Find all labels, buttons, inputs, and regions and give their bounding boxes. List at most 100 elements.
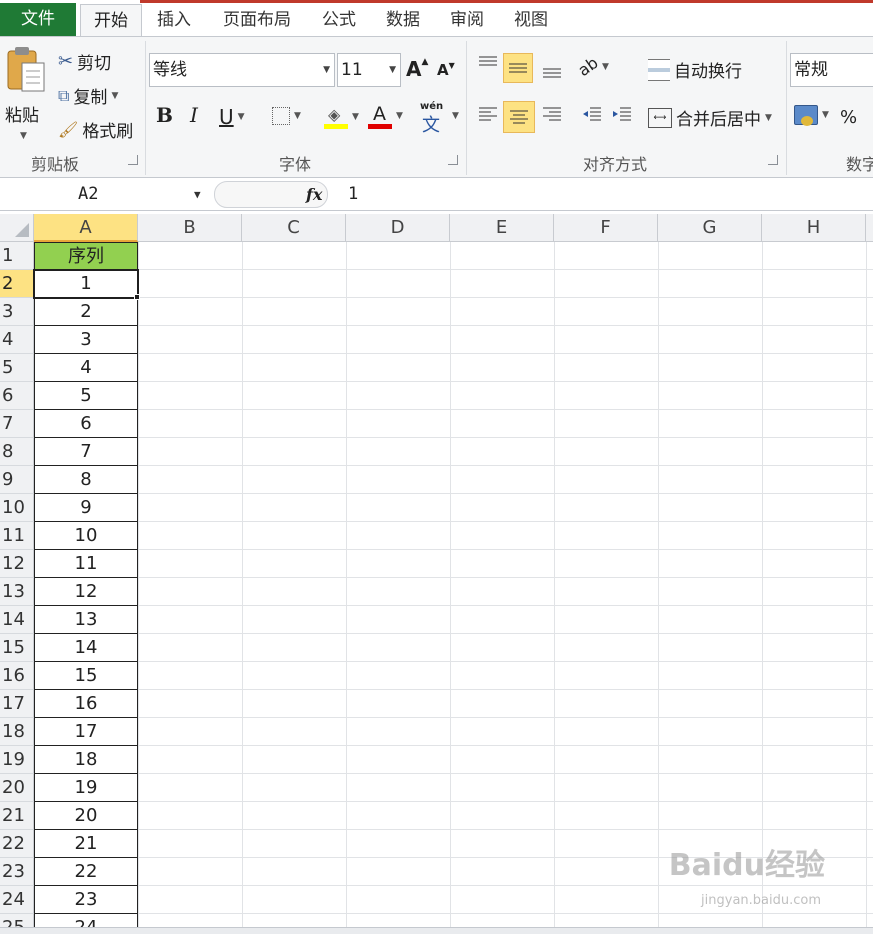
table-cell[interactable]: 16: [34, 690, 138, 718]
align-bottom-button[interactable]: [538, 59, 566, 87]
table-cell[interactable]: 12: [34, 578, 138, 606]
table-cell[interactable]: 8: [34, 466, 138, 494]
italic-button[interactable]: I: [190, 103, 198, 127]
row-header[interactable]: 8: [0, 438, 34, 466]
percent-style-button[interactable]: %: [840, 107, 857, 128]
increase-indent-button[interactable]: [608, 103, 636, 131]
row-header[interactable]: 12: [0, 550, 34, 578]
column-header-d[interactable]: D: [346, 214, 450, 242]
wrap-text-button[interactable]: 自动换行: [648, 57, 742, 82]
phonetic-button[interactable]: wén 文 ▼: [420, 101, 459, 136]
font-launcher-icon[interactable]: [448, 155, 458, 165]
column-header-f[interactable]: F: [554, 214, 658, 242]
row-header[interactable]: 13: [0, 578, 34, 606]
merge-center-button[interactable]: ⟷ 合并后居中 ▼: [648, 105, 772, 130]
align-middle-button[interactable]: [503, 53, 533, 83]
font-name-combo[interactable]: 等线 ▼: [149, 53, 335, 87]
column-header-c[interactable]: C: [242, 214, 346, 242]
clipboard-launcher-icon[interactable]: [128, 155, 138, 165]
table-cell[interactable]: 20: [34, 802, 138, 830]
table-cell[interactable]: 10: [34, 522, 138, 550]
table-cell[interactable]: 23: [34, 886, 138, 914]
column-header-h[interactable]: H: [762, 214, 866, 242]
insert-function-button[interactable]: fx: [306, 181, 322, 208]
copy-button[interactable]: ⧉ 复制 ▼: [58, 83, 118, 109]
row-header[interactable]: 20: [0, 774, 34, 802]
align-left-button[interactable]: [474, 103, 502, 131]
tab-insert[interactable]: 插入: [148, 4, 200, 36]
row-header[interactable]: 18: [0, 718, 34, 746]
tab-formulas[interactable]: 公式: [312, 4, 366, 36]
name-box-dropdown-icon[interactable]: ▼: [194, 181, 201, 208]
table-cell[interactable]: 4: [34, 354, 138, 382]
worksheet-grid[interactable]: A B C D E F G H 1 2 3 4 5 6 7 8 9 10 11 12 13 14 15 16 1…: [0, 214, 873, 927]
tab-page-layout[interactable]: 页面布局: [212, 4, 302, 36]
column-header-i[interactable]: [866, 214, 873, 242]
tab-data[interactable]: 数据: [376, 4, 430, 36]
table-cell[interactable]: 17: [34, 718, 138, 746]
column-header-b[interactable]: B: [138, 214, 242, 242]
row-header[interactable]: 7: [0, 410, 34, 438]
column-header-a[interactable]: A: [34, 214, 138, 242]
row-header[interactable]: 21: [0, 802, 34, 830]
row-header[interactable]: 22: [0, 830, 34, 858]
font-color-button[interactable]: A ▼: [368, 103, 403, 129]
table-cell[interactable]: 24: [34, 914, 138, 927]
table-cell[interactable]: 19: [34, 774, 138, 802]
row-header[interactable]: 9: [0, 466, 34, 494]
table-cell[interactable]: 7: [34, 438, 138, 466]
row-header[interactable]: 3: [0, 298, 34, 326]
paste-button[interactable]: 粘贴 ▼: [2, 43, 48, 147]
accounting-format-button[interactable]: ▼: [794, 105, 829, 126]
alignment-launcher-icon[interactable]: [768, 155, 778, 165]
row-header[interactable]: 16: [0, 662, 34, 690]
name-box[interactable]: A2 ▼: [0, 181, 210, 208]
column-header-e[interactable]: E: [450, 214, 554, 242]
table-cell[interactable]: 14: [34, 634, 138, 662]
row-header[interactable]: 10: [0, 494, 34, 522]
underline-button[interactable]: U ▼: [219, 105, 245, 129]
table-cell[interactable]: 2: [34, 298, 138, 326]
table-cell[interactable]: 15: [34, 662, 138, 690]
table-cell[interactable]: 18: [34, 746, 138, 774]
table-cell[interactable]: 11: [34, 550, 138, 578]
row-header[interactable]: 19: [0, 746, 34, 774]
tab-home[interactable]: 开始: [80, 4, 142, 36]
table-cell[interactable]: 21: [34, 830, 138, 858]
row-header[interactable]: 25: [0, 914, 34, 927]
row-header[interactable]: 23: [0, 858, 34, 886]
font-size-dropdown-icon[interactable]: ▼: [389, 54, 396, 86]
row-header[interactable]: 15: [0, 634, 34, 662]
formula-input[interactable]: 1: [348, 181, 358, 208]
fill-color-button[interactable]: ◈ ▼: [324, 105, 359, 129]
row-header[interactable]: 1: [0, 242, 34, 270]
bold-button[interactable]: B: [156, 103, 173, 127]
row-header[interactable]: 24: [0, 886, 34, 914]
grow-font-button[interactable]: A▲: [406, 57, 428, 81]
row-header[interactable]: 14: [0, 606, 34, 634]
row-header[interactable]: 2: [0, 270, 34, 298]
align-center-button[interactable]: [503, 101, 535, 133]
align-right-button[interactable]: [538, 103, 566, 131]
tab-file[interactable]: 文件: [0, 3, 76, 36]
row-header[interactable]: 17: [0, 690, 34, 718]
column-header-g[interactable]: G: [658, 214, 762, 242]
table-cell[interactable]: 3: [34, 326, 138, 354]
font-size-combo[interactable]: 11 ▼: [337, 53, 401, 87]
tab-view[interactable]: 视图: [504, 4, 558, 36]
table-cell[interactable]: 13: [34, 606, 138, 634]
shrink-font-button[interactable]: A▼: [437, 61, 455, 79]
tab-review[interactable]: 审阅: [440, 4, 494, 36]
header-cell[interactable]: 序列: [34, 242, 138, 270]
row-header[interactable]: 6: [0, 382, 34, 410]
row-header[interactable]: 11: [0, 522, 34, 550]
orientation-button[interactable]: ab ▼: [574, 53, 609, 80]
row-header[interactable]: 4: [0, 326, 34, 354]
table-cell[interactable]: 9: [34, 494, 138, 522]
align-top-button[interactable]: [474, 53, 502, 81]
format-painter-button[interactable]: 🖌 格式刷: [58, 117, 133, 142]
borders-button[interactable]: ▼: [272, 107, 301, 125]
number-format-combo[interactable]: 常规: [790, 53, 873, 87]
font-name-dropdown-icon[interactable]: ▼: [323, 54, 330, 86]
cut-button[interactable]: ✂ 剪切: [58, 49, 111, 74]
